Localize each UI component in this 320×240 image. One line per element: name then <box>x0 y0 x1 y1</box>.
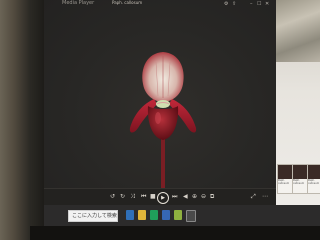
thumbnail-image <box>308 165 320 179</box>
play-icon[interactable]: ▶ <box>157 192 169 204</box>
thumbnail-caption: Paph. callosum <box>278 179 290 185</box>
search-text: ここに入力して検索 <box>72 213 117 219</box>
rotate-right-icon[interactable]: ↻ <box>120 193 125 201</box>
maximize-icon[interactable]: ☐ <box>257 1 261 7</box>
excel-icon[interactable] <box>150 210 158 220</box>
photo-viewer-pane: Paph. callosum Paph. callosum Paph. call… <box>276 0 320 205</box>
file-explorer-icon[interactable] <box>138 210 146 220</box>
stop-icon[interactable]: ■ <box>150 193 156 201</box>
fullscreen-icon[interactable]: ⤢ <box>251 193 256 201</box>
thumbnail-item[interactable]: Paph. callosum <box>292 164 308 194</box>
video-area[interactable] <box>44 10 276 188</box>
thumbnail-image <box>293 165 307 179</box>
zoom-out-icon[interactable]: ⊖ <box>201 193 206 201</box>
settings-icon[interactable]: ⚙ <box>224 1 228 7</box>
app-title: Media Player <box>62 0 95 6</box>
file-title: Paph. callosum <box>112 0 143 5</box>
photo-preview <box>276 0 320 62</box>
next-icon[interactable]: ⏭ <box>172 193 177 201</box>
thumbnail-caption: Paph. callosum <box>293 179 305 185</box>
media-player-icon[interactable] <box>186 210 196 222</box>
previous-icon[interactable]: ⏮ <box>141 193 146 201</box>
app-icon[interactable] <box>174 210 182 220</box>
taskbar: ここに入力して検索 <box>44 205 320 228</box>
edge-icon[interactable] <box>126 210 134 220</box>
crop-icon[interactable]: ⧉ <box>210 193 214 201</box>
monitor-bezel-bottom <box>30 226 320 240</box>
thumbnail-item[interactable]: Paph. callosum <box>277 164 293 194</box>
more-options-icon[interactable]: ⋯ <box>262 193 268 201</box>
playback-controls: ↺ ↻ ⤨ ⏮ ■ ▶ ⏭ ◀ ⊕ ⊖ ⧉ ⤢ ⋯ <box>44 188 276 206</box>
thumbnail-image <box>278 165 292 179</box>
orchid-flower-image <box>129 52 197 188</box>
rotate-left-icon[interactable]: ↺ <box>110 193 115 201</box>
monitor-screen: Media Player Paph. callosum ⚙ ⇪ – ☐ ✕ ↺ … <box>44 0 320 228</box>
share-icon[interactable]: ⇪ <box>232 1 236 7</box>
volume-icon[interactable]: ◀ <box>183 193 188 201</box>
close-icon[interactable]: ✕ <box>265 1 269 7</box>
word-icon[interactable] <box>162 210 170 220</box>
shuffle-icon[interactable]: ⤨ <box>130 193 135 201</box>
taskbar-search-box[interactable]: ここに入力して検索 <box>68 210 118 222</box>
title-bar: Media Player Paph. callosum ⚙ ⇪ – ☐ ✕ <box>44 0 276 10</box>
media-player-window: Media Player Paph. callosum ⚙ ⇪ – ☐ ✕ ↺ … <box>44 0 276 206</box>
thumbnail-item[interactable]: Paph. callosum <box>307 164 320 194</box>
minimize-icon[interactable]: – <box>250 1 253 7</box>
thumbnail-caption: Paph. callosum <box>308 179 320 185</box>
zoom-in-icon[interactable]: ⊕ <box>192 193 197 201</box>
